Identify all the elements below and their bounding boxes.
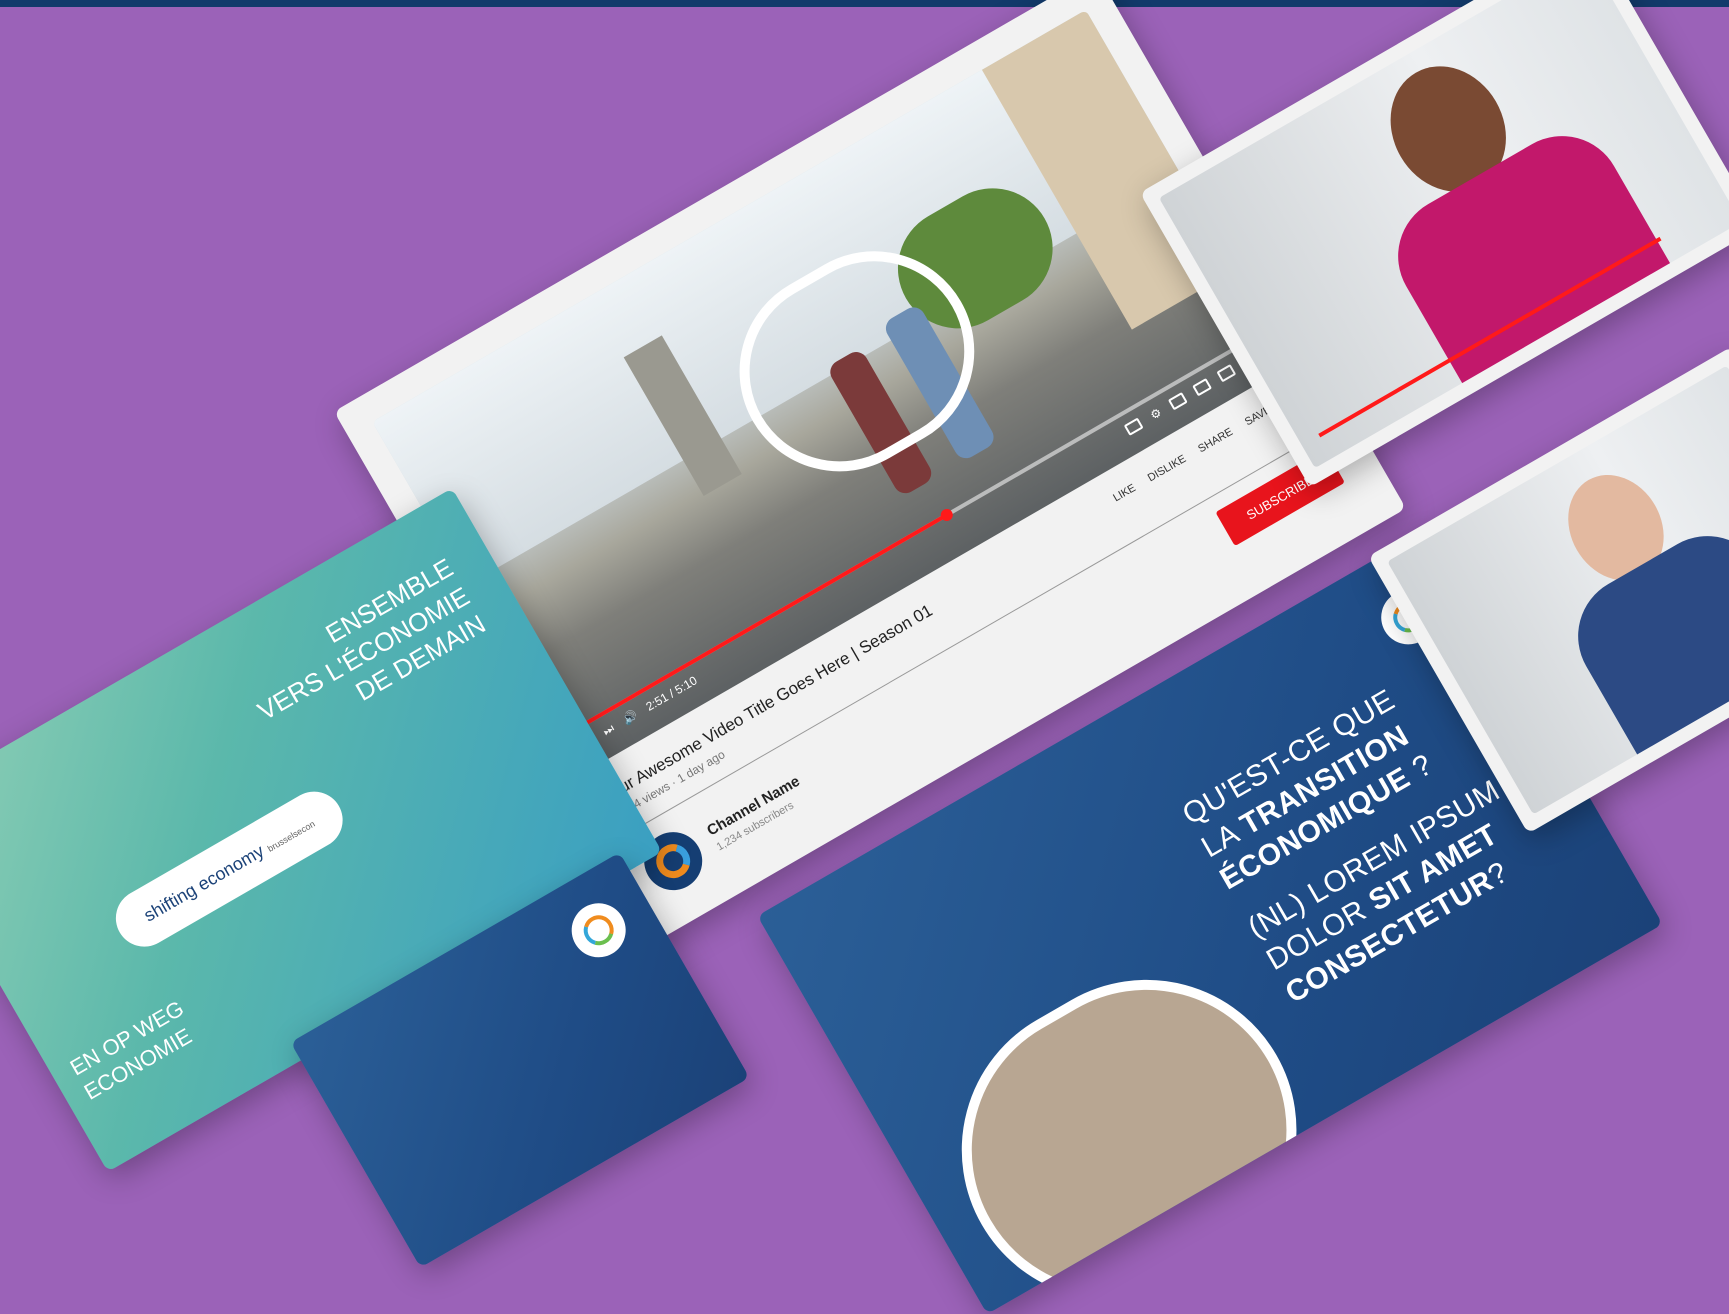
gear-icon[interactable]: ⚙: [1148, 405, 1164, 423]
miniplayer-icon[interactable]: [1167, 392, 1188, 411]
brand-pill: shifting economy brusselsecon: [105, 781, 354, 958]
brand-tag: brusselsecon: [265, 818, 317, 854]
small-card-logo: [561, 893, 636, 968]
lower-text: EN OP WEG ECONOMIE: [65, 995, 202, 1106]
brand-name: shifting economy: [140, 840, 268, 926]
cast-icon[interactable]: [1216, 364, 1237, 383]
stage: ▶ ⏭ 🔊 2:51 / 5:10 ⚙ Your Awesome Video T…: [0, 0, 1729, 1314]
volume-icon[interactable]: 🔊: [620, 708, 640, 728]
ensemble-headline: ENSEMBLE VERS L'ÉCONOMIE DE DEMAIN: [235, 551, 491, 755]
captions-icon[interactable]: [1123, 417, 1144, 436]
time-display: 2:51 / 5:10: [643, 673, 700, 714]
theater-icon[interactable]: [1192, 378, 1213, 397]
next-icon[interactable]: ⏭: [600, 721, 617, 739]
channel-info: Channel Name 1,234 subscribers: [704, 772, 811, 853]
